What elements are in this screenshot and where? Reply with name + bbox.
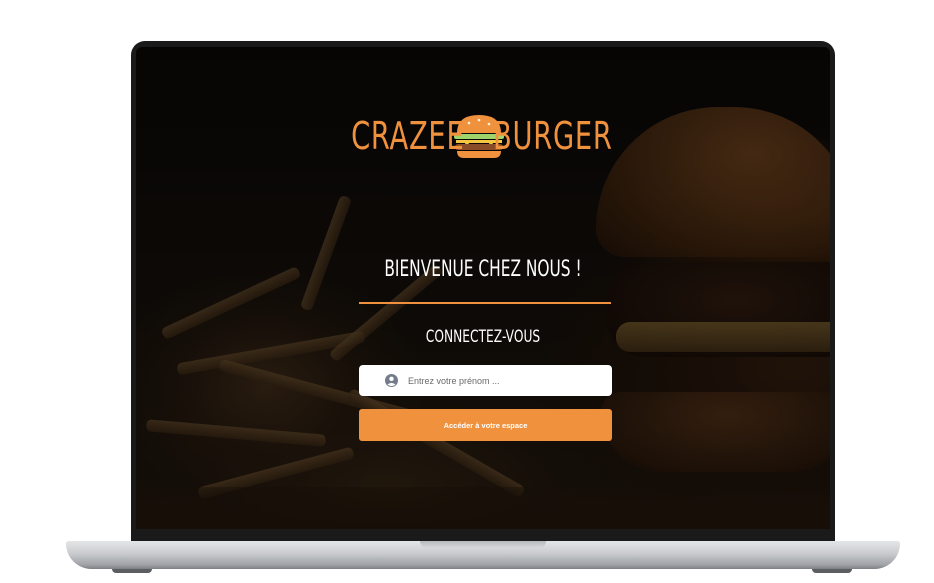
laptop-hinge-notch (420, 541, 546, 548)
brand-logo: CRAZEE BURGER (136, 111, 830, 161)
brand-name-left: CRAZEE (351, 114, 465, 158)
app-screen: CRAZEE BURGER BIENVENUE CHEZ NOUS ! CONN… (136, 47, 830, 529)
title-divider (359, 302, 611, 304)
welcome-title: BIENVENUE CHEZ NOUS ! (384, 257, 582, 282)
brand-name-right: BURGER (492, 114, 613, 158)
login-page: CRAZEE BURGER BIENVENUE CHEZ NOUS ! CONN… (136, 47, 830, 529)
first-name-placeholder: Entrez votre prénom ... (408, 375, 500, 386)
user-circle-icon (385, 374, 398, 387)
laptop-foot-left (112, 569, 152, 573)
access-space-button[interactable]: Accéder à votre espace (359, 409, 612, 441)
laptop-foot-right (812, 569, 852, 573)
login-subtitle: CONNECTEZ-VOUS (425, 327, 541, 347)
first-name-input[interactable]: Entrez votre prénom ... (359, 365, 612, 396)
